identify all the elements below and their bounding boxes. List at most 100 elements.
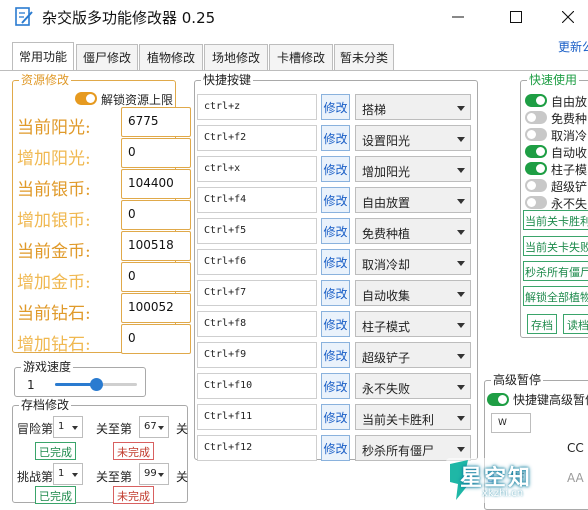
hotkey-input[interactable]: Ctrl+f8 [197,311,317,337]
adventure-done-button[interactable]: 已完成 [35,442,76,460]
challenge-end-select[interactable]: 99 [139,463,169,485]
hotkey-action-select[interactable]: 超级铲子 [355,342,471,368]
speed-legend: 游戏速度 [21,360,74,374]
update-link[interactable]: 更新公 [558,38,588,55]
tab-common[interactable]: 常用功能 [12,42,74,70]
hotkey-modify-button[interactable]: 修改 [321,187,350,213]
win-level-button[interactable]: 当前关卡胜利 [523,210,588,230]
hotkey-modify-button[interactable]: 修改 [321,280,350,306]
advanced-pause-toggle[interactable] [487,393,509,406]
quick-toggle[interactable] [525,128,547,141]
hotkey-action-label: 当前关卡胜利 [362,413,435,427]
hotkey-input[interactable]: Ctrl+f10 [197,373,317,399]
hotkey-action-select[interactable]: 免费种植 [355,218,471,244]
quick-toggle-list: 自由放 免费种 取消冷 自动收 柱子模 超级铲 永不失 [521,91,588,211]
pause-key-select[interactable]: W [491,413,531,433]
hotkey-modify-button[interactable]: 修改 [321,435,350,461]
hotkey-action-select[interactable]: 柱子模式 [355,311,471,337]
load-game-button[interactable]: 读档 [563,314,588,334]
quick-use-group: 快速使用 自由放 免费种 取消冷 自动收 柱子模 超级铲 永不失 当前关卡胜利 当前关卡失败… [520,73,588,338]
hotkey-action-select[interactable]: 当前关卡胜利 [355,404,471,430]
quick-toggle[interactable] [525,145,547,158]
hotkey-modify-button[interactable]: 修改 [321,249,350,275]
add-silver-input[interactable]: 0 [121,200,191,230]
chevron-down-icon [457,106,465,111]
hotkey-input[interactable]: Ctrl+f12 [197,435,317,461]
tab-plant[interactable]: 植物修改 [139,44,203,70]
quick-toggle[interactable] [525,196,547,209]
hotkey-input[interactable]: Ctrl+f9 [197,342,317,368]
kill-all-zombies-button[interactable]: 秒杀所有僵尸 [523,261,588,281]
current-silver-input[interactable]: 104400 [121,169,191,199]
hotkey-action-select[interactable]: 取消冷却 [355,249,471,275]
cell-cc[interactable]: CC [567,441,584,455]
adventure-to-label: 关至第 [96,422,133,436]
adventure-level-select[interactable]: 1 [53,416,83,438]
hotkey-modify-button[interactable]: 修改 [321,342,350,368]
quick-toggle[interactable] [525,179,547,192]
hotkey-input[interactable]: ctrl+x [197,156,317,182]
chevron-down-icon [457,385,465,390]
hotkey-modify-button[interactable]: 修改 [321,156,350,182]
add-diamond-input[interactable]: 0 [121,324,191,354]
speed-slider-thumb[interactable] [90,378,103,391]
window-title: 杂交版多功能修改器 0.25 [42,9,216,27]
challenge-done-button[interactable]: 已完成 [35,486,76,504]
current-sun-input[interactable]: 6775 [121,107,191,137]
current-diamond-label: 当前钻石: [17,304,91,324]
hotkey-modify-button[interactable]: 修改 [321,125,350,151]
hotkey-input[interactable]: Ctrl+f11 [197,404,317,430]
adventure-end-select[interactable]: 67 [139,416,169,438]
hotkey-modify-button[interactable]: 修改 [321,218,350,244]
hotkey-action-select[interactable]: 增加阳光 [355,156,471,182]
quick-toggle-label: 超级铲 [551,180,588,194]
hotkey-input[interactable]: ctrl+z [197,94,317,120]
tab-field[interactable]: 场地修改 [204,44,268,70]
quick-toggle[interactable] [525,162,547,175]
hotkey-action-select[interactable]: 永不失败 [355,373,471,399]
quick-toggle-label: 自由放 [551,95,588,109]
hotkey-action-select[interactable]: 自由放置 [355,187,471,213]
hotkey-rows: ctrl+z 修改 搭梯 Ctrl+f2 修改 设置阳光 ctrl+x 修改 增加阳光 Ctrl+… [197,94,477,461]
hotkey-modify-button[interactable]: 修改 [321,373,350,399]
watermark-url: xkzhi.cn [482,488,524,499]
speed-group: 游戏速度 1 [14,360,146,397]
save-game-button[interactable]: 存档 [527,314,557,334]
add-gold-label: 增加金币: [17,273,91,293]
tab-misc[interactable]: 暂未分类 [334,44,394,70]
current-gold-input[interactable]: 100518 [121,231,191,261]
hotkey-modify-button[interactable]: 修改 [321,311,350,337]
challenge-notdone-button[interactable]: 未完成 [113,486,154,504]
hotkey-input[interactable]: Ctrl+f7 [197,280,317,306]
hotkey-input[interactable]: Ctrl+f2 [197,125,317,151]
speed-slider-track[interactable] [55,378,137,391]
tab-zombie[interactable]: 僵尸修改 [76,44,138,70]
hotkey-action-label: 搭梯 [362,103,387,117]
lose-level-button[interactable]: 当前关卡失败 [523,236,588,256]
advanced-pause-label: 快捷键高级暂停 [513,393,588,407]
quick-toggle[interactable] [525,94,547,107]
hotkey-action-label: 永不失败 [362,382,411,396]
hotkey-modify-button[interactable]: 修改 [321,404,350,430]
hotkey-input[interactable]: Ctrl+f6 [197,249,317,275]
unlock-resource-toggle[interactable] [75,92,97,105]
challenge-suffix: 关 [176,470,189,484]
add-sun-input[interactable]: 0 [121,138,191,168]
current-diamond-input[interactable]: 100052 [121,293,191,323]
adventure-notdone-button[interactable]: 未完成 [113,442,154,460]
hotkey-action-select[interactable]: 设置阳光 [355,125,471,151]
hotkey-input[interactable]: Ctrl+f5 [197,218,317,244]
tab-cardslot[interactable]: 卡槽修改 [269,44,333,70]
maximize-button[interactable] [496,0,536,34]
hotkey-action-select[interactable]: 自动收集 [355,280,471,306]
hotkey-modify-button[interactable]: 修改 [321,94,350,120]
watermark-logo: 星空知 xkzhi.cn [446,458,588,503]
quick-toggle[interactable] [525,111,547,124]
add-gold-input[interactable]: 0 [121,262,191,292]
hotkey-input[interactable]: Ctrl+f4 [197,187,317,213]
unlock-all-plants-button[interactable]: 解锁全部植物 [523,286,588,306]
minimize-button[interactable] [438,0,478,34]
hotkey-action-select[interactable]: 搭梯 [355,94,471,120]
challenge-level-select[interactable]: 1 [53,463,83,485]
close-button[interactable] [548,0,588,34]
